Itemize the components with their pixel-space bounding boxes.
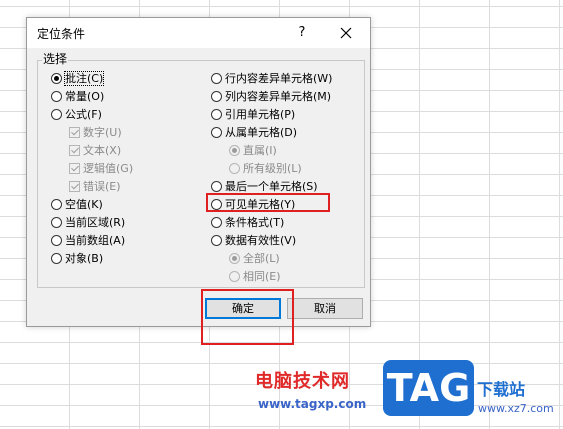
- option-label: 行内容差异单元格(W): [225, 72, 333, 85]
- watermark-site2-name: 下载站: [477, 380, 526, 399]
- option-text[interactable]: 文本(X): [69, 143, 121, 159]
- option-validation-all[interactable]: 全部(L): [229, 251, 280, 267]
- radio-icon: [211, 109, 222, 120]
- watermark-site2-url: www.xz7.com: [478, 402, 554, 415]
- option-numbers[interactable]: 数字(U): [69, 125, 122, 141]
- option-row-differences[interactable]: 行内容差异单元格(W): [211, 71, 332, 87]
- option-label: 可见单元格(Y): [225, 198, 296, 211]
- option-label: 文本(X): [83, 144, 122, 157]
- option-all-levels[interactable]: 所有级别(L): [229, 161, 302, 177]
- option-label: 错误(E): [83, 180, 121, 193]
- go-to-special-dialog: 定位条件 ? 选择 批注(C) 常量(O) 公式(F) 数字(U) 文本(X) …: [26, 17, 371, 327]
- option-objects[interactable]: 对象(B): [51, 251, 103, 267]
- checkbox-icon: [69, 145, 80, 156]
- radio-icon: [211, 127, 222, 138]
- option-label: 空值(K): [65, 198, 103, 211]
- option-dependents[interactable]: 从属单元格(D): [211, 125, 297, 141]
- checkbox-icon: [69, 181, 80, 192]
- option-visible-cells-only[interactable]: 可见单元格(Y): [211, 197, 295, 213]
- option-errors[interactable]: 错误(E): [69, 179, 121, 195]
- option-label: 当前数组(A): [65, 234, 126, 247]
- selection-group: 选择 批注(C) 常量(O) 公式(F) 数字(U) 文本(X) 逻辑值(G) …: [37, 50, 365, 288]
- radio-icon: [229, 271, 240, 282]
- option-label: 直属(I): [243, 144, 277, 157]
- help-button[interactable]: ?: [291, 22, 313, 44]
- radio-icon: [229, 145, 240, 156]
- radio-icon: [211, 181, 222, 192]
- cancel-button[interactable]: 取消: [287, 298, 363, 319]
- radio-icon: [229, 253, 240, 264]
- radio-icon: [51, 109, 62, 120]
- radio-icon: [51, 235, 62, 246]
- radio-icon: [211, 199, 222, 210]
- radio-icon: [51, 253, 62, 264]
- radio-icon: [211, 217, 222, 228]
- dialog-titlebar: 定位条件 ?: [27, 18, 370, 48]
- close-icon: [340, 27, 352, 39]
- option-label: 引用单元格(P): [225, 108, 296, 121]
- option-label: 列内容差异单元格(M): [225, 90, 332, 103]
- radio-icon: [51, 217, 62, 228]
- option-label: 对象(B): [65, 252, 104, 265]
- option-label: 常量(O): [65, 90, 105, 103]
- option-blanks[interactable]: 空值(K): [51, 197, 103, 213]
- option-precedents[interactable]: 引用单元格(P): [211, 107, 295, 123]
- close-button[interactable]: [335, 22, 357, 44]
- option-validation-same[interactable]: 相同(E): [229, 269, 281, 285]
- radio-icon: [51, 91, 62, 102]
- watermark-site-name: 电脑技术网: [255, 371, 350, 392]
- option-label: 相同(E): [243, 270, 281, 283]
- option-logicals[interactable]: 逻辑值(G): [69, 161, 133, 177]
- option-last-cell[interactable]: 最后一个单元格(S): [211, 179, 318, 195]
- option-data-validation[interactable]: 数据有效性(V): [211, 233, 296, 249]
- option-label: 条件格式(T): [225, 216, 285, 229]
- option-label: 公式(F): [65, 108, 102, 121]
- option-label: 最后一个单元格(S): [225, 180, 318, 193]
- option-comments[interactable]: 批注(C): [51, 71, 105, 87]
- ok-button[interactable]: 确定: [205, 298, 281, 319]
- radio-icon: [211, 235, 222, 246]
- option-column-differences[interactable]: 列内容差异单元格(M): [211, 89, 331, 105]
- option-label: 从属单元格(D): [225, 126, 298, 139]
- watermark-logo: TAG: [383, 360, 474, 416]
- option-label: 逻辑值(G): [83, 162, 134, 175]
- option-label: 数据有效性(V): [225, 234, 297, 247]
- radio-icon: [211, 91, 222, 102]
- checkbox-icon: [69, 163, 80, 174]
- option-label: 批注(C): [63, 71, 105, 86]
- radio-icon: [51, 199, 62, 210]
- radio-icon: [51, 73, 62, 84]
- option-current-array[interactable]: 当前数组(A): [51, 233, 125, 249]
- option-formulas[interactable]: 公式(F): [51, 107, 102, 123]
- option-direct-only[interactable]: 直属(I): [229, 143, 277, 159]
- option-conditional-formats[interactable]: 条件格式(T): [211, 215, 284, 231]
- watermark-site-url: www.tagxp.com: [258, 397, 367, 411]
- option-label: 全部(L): [243, 252, 280, 265]
- dialog-title: 定位条件: [37, 27, 86, 41]
- option-constants[interactable]: 常量(O): [51, 89, 104, 105]
- radio-icon: [211, 73, 222, 84]
- option-label: 数字(U): [83, 126, 122, 139]
- selection-group-label: 选择: [42, 50, 69, 67]
- option-label: 所有级别(L): [243, 162, 302, 175]
- radio-icon: [229, 163, 240, 174]
- option-label: 当前区域(R): [65, 216, 126, 229]
- checkbox-icon: [69, 127, 80, 138]
- option-current-region[interactable]: 当前区域(R): [51, 215, 125, 231]
